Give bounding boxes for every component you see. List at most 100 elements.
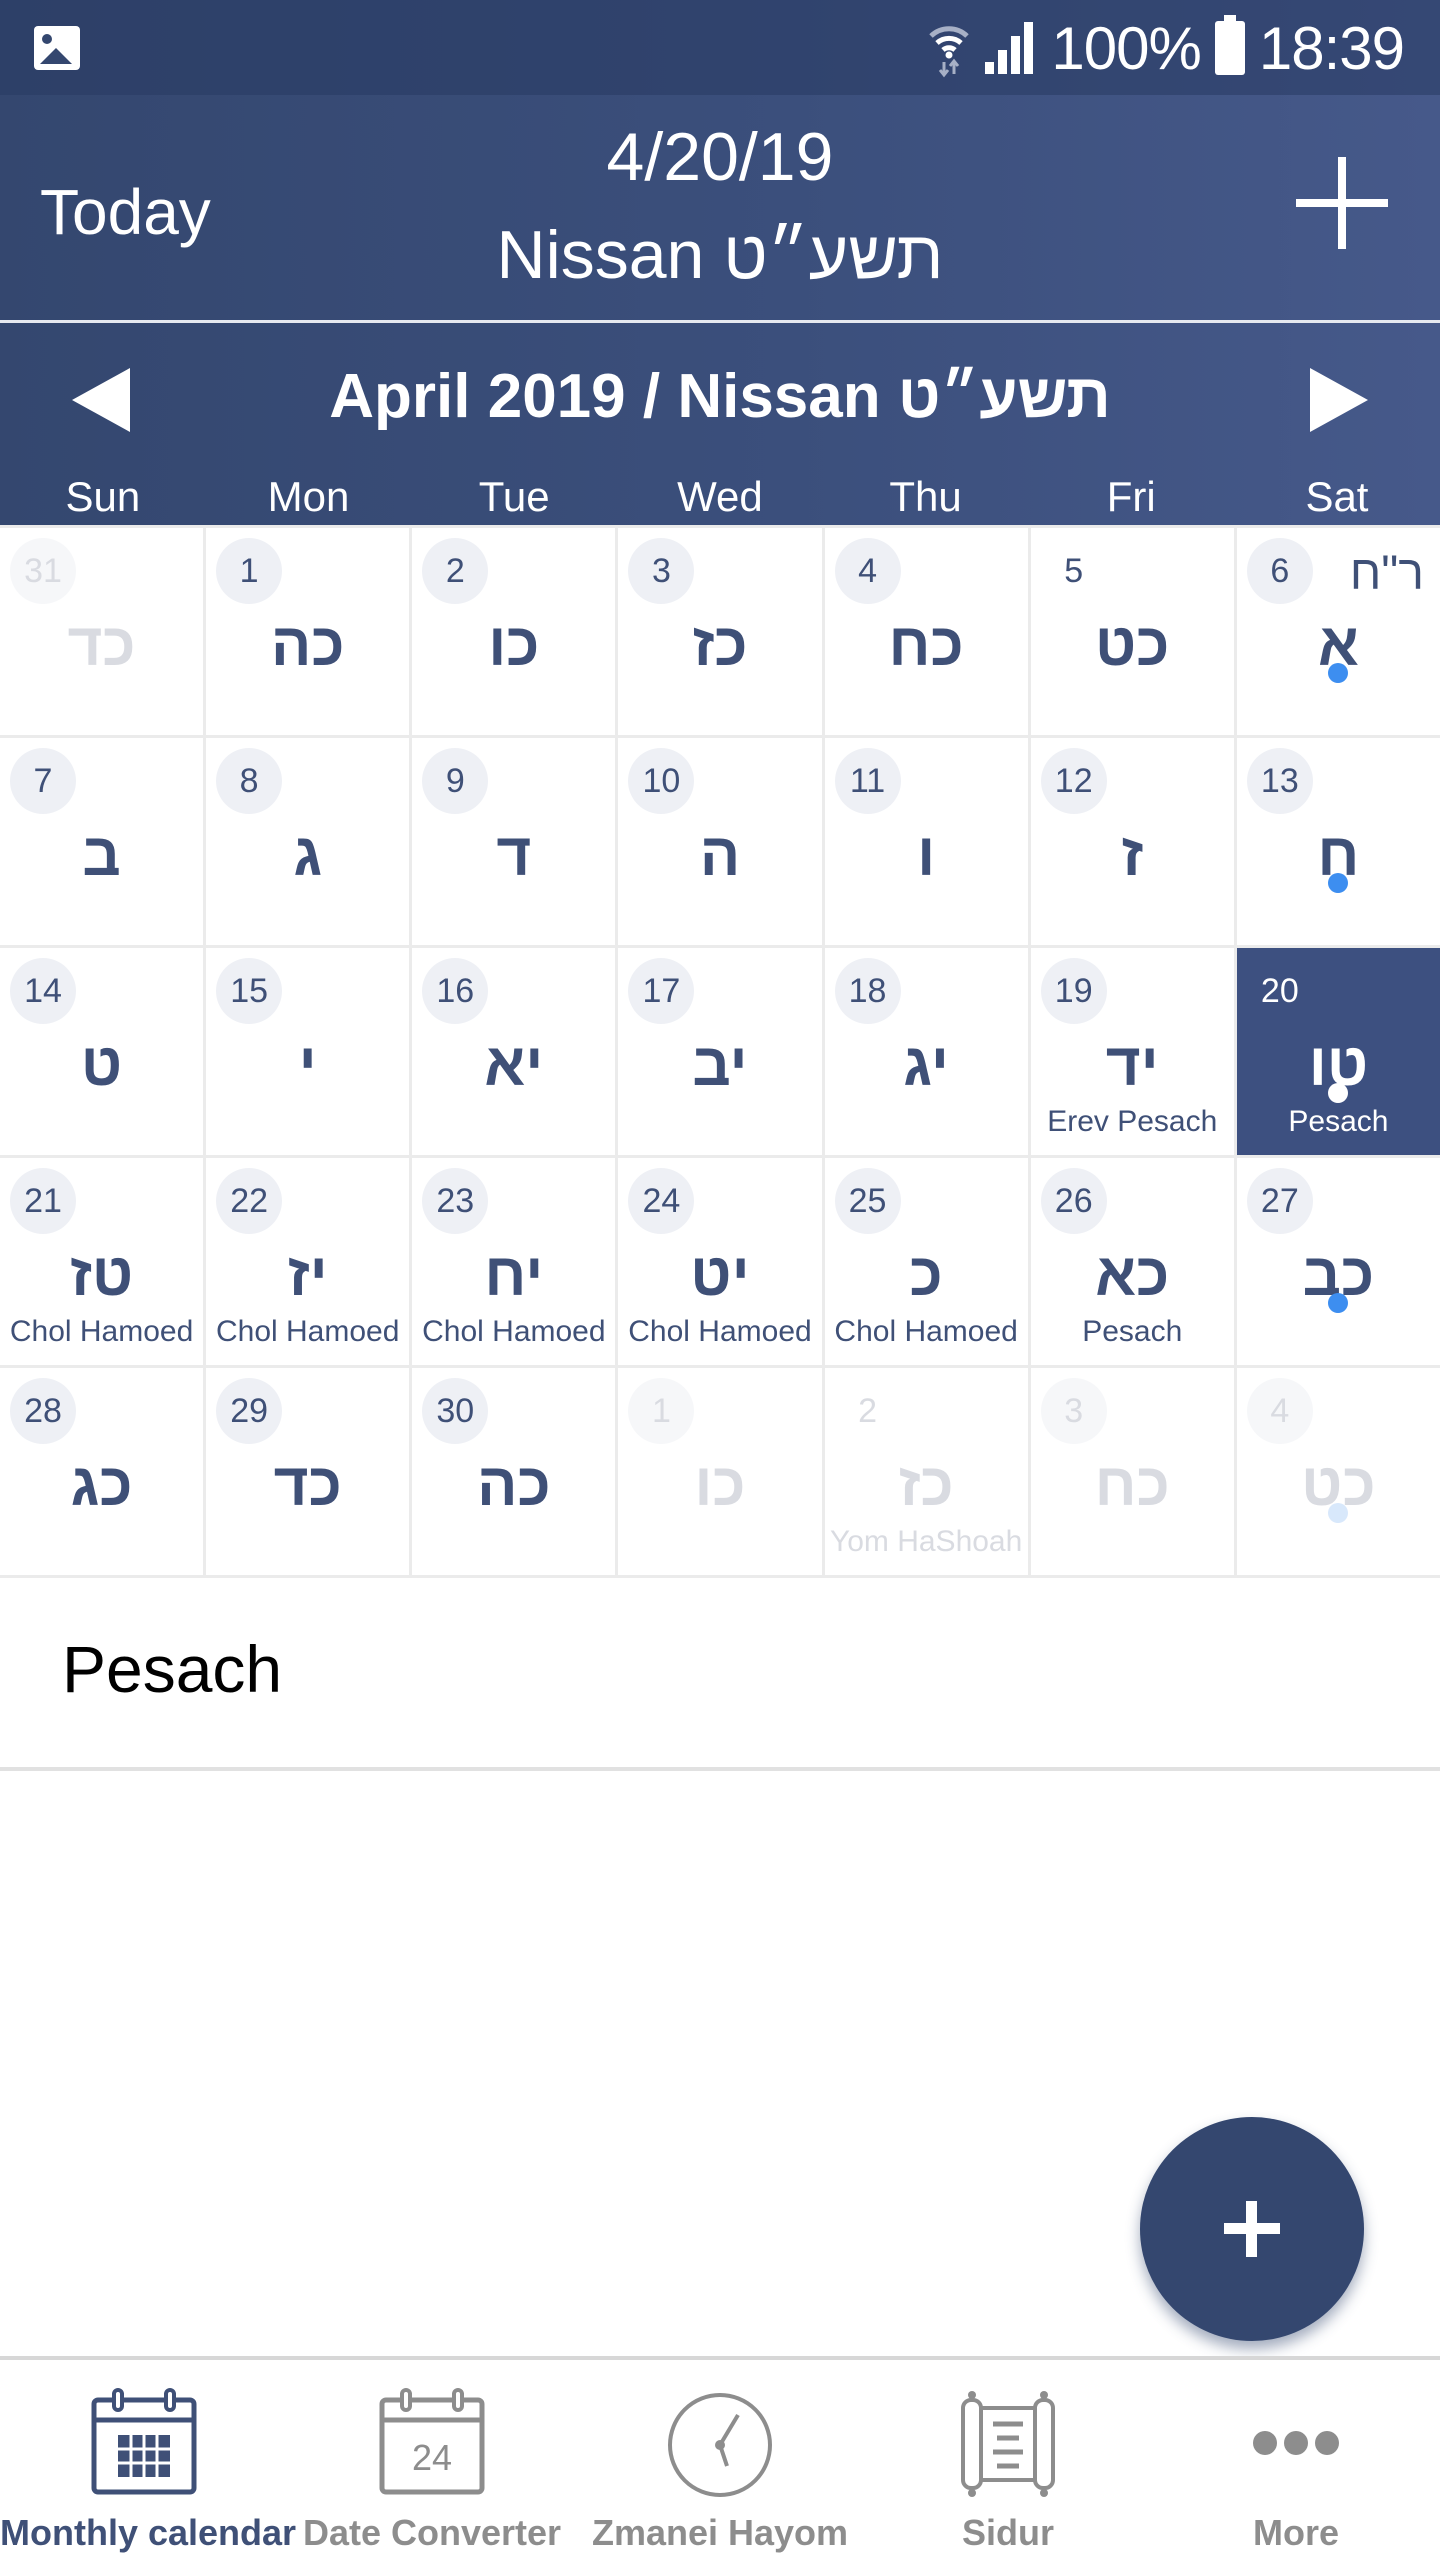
calendar-day-cell[interactable]: 15 י [206, 948, 410, 1155]
hebrew-day-number: טז [69, 1241, 134, 1308]
calendar-day-cell[interactable]: 13 ח [1236, 738, 1440, 945]
calendar-day-cell[interactable]: 17 יב [618, 948, 822, 1155]
calendar-day-cell[interactable]: 22 יז Chol Hamoed [206, 1158, 410, 1365]
tab-more[interactable]: More [1152, 2360, 1440, 2560]
holiday-label: Chol Hamoed [628, 1315, 812, 1348]
calendar-day-cell[interactable]: 2 כו [412, 528, 616, 735]
more-dots-icon [1253, 2431, 1339, 2455]
tab-monthly-calendar[interactable]: Monthly calendar [0, 2360, 296, 2560]
event-dot-icon [1328, 1083, 1349, 1103]
calendar-day-cell[interactable]: 18 יג [824, 948, 1028, 1155]
gregorian-day-number: 22 [216, 1168, 283, 1234]
calendar-day-cell[interactable]: 6 א ר"ח [1236, 528, 1440, 735]
calendar-day-cell[interactable]: 25 כ Chol Hamoed [824, 1158, 1028, 1365]
calendar-day-cell[interactable]: 14 ט [0, 948, 204, 1155]
holiday-label: Yom HaShoah [829, 1525, 1023, 1558]
hebrew-day-number: יד [1105, 1031, 1159, 1098]
gregorian-day-number: 23 [422, 1168, 489, 1234]
gregorian-day-number: 25 [834, 1168, 901, 1234]
event-dot-icon [1328, 663, 1349, 683]
calendar-day-cell[interactable]: 26 כא Pesach [1030, 1158, 1234, 1365]
holiday-label: Erev Pesach [1047, 1105, 1218, 1138]
tab-sidur[interactable]: Sidur [864, 2360, 1152, 2560]
calendar-day-cell[interactable]: 8ג [206, 738, 410, 945]
day-event-title[interactable]: Pesach [62, 1631, 282, 1707]
clock-icon [668, 2393, 772, 2497]
calendar-day-cell[interactable]: 9ד [412, 738, 616, 945]
status-icons: 100% 18:39 [927, 14, 1405, 82]
calendar-grid: 31 כד 1 כה 2 כו 3 כז 4 כח 5 כט 6 א ר"ח 7 ב 8 ג 9 ד 10 ה 11 ו 12 ז 1… [0, 525, 1440, 1578]
battery-icon [1214, 15, 1245, 75]
gregorian-day-number: 21 [10, 1168, 76, 1234]
weekday-label: Sat [1305, 473, 1369, 520]
hebrew-day-number: ד [496, 821, 532, 888]
holiday-label: Pesach [1288, 1105, 1389, 1138]
calendar-day-cell[interactable]: 3 כח [1030, 1368, 1234, 1575]
hebrew-day-number: כו [488, 611, 540, 678]
tab-label: Date Converter [302, 2512, 562, 2553]
calendar-day-cell[interactable]: 29 כד [206, 1368, 410, 1575]
month-title: April 2019 / Nissan תשע״ט [329, 362, 1111, 431]
calendar-day-cell[interactable]: 11 ו [824, 738, 1028, 945]
calendar-day-cell-selected[interactable]: 20 טו Pesach [1236, 948, 1440, 1155]
clock-time: 18:39 [1258, 14, 1405, 82]
gregorian-day-number: 19 [1040, 958, 1107, 1024]
gregorian-day-number: 4 [834, 538, 901, 604]
calendar-day-cell[interactable]: 3 כז [618, 528, 822, 735]
add-fab-button[interactable] [1140, 2117, 1364, 2341]
hebrew-day-number: כ [909, 1241, 943, 1308]
calendar-date-icon: 24 [379, 2388, 485, 2495]
calendar-day-cell[interactable]: 31 כד [0, 528, 204, 735]
hebrew-day-number: יז [287, 1241, 328, 1308]
calendar-day-cell[interactable]: 30 כה [412, 1368, 616, 1575]
calendar-day-cell[interactable]: 16 יא [412, 948, 616, 1155]
calendar-day-cell[interactable]: 21 טז Chol Hamoed [0, 1158, 204, 1365]
calendar-day-cell[interactable]: 28 כג [0, 1368, 204, 1575]
gregorian-day-number: 3 [1040, 1378, 1107, 1444]
add-event-button[interactable] [1296, 157, 1388, 249]
weekday-label: Wed [677, 473, 763, 520]
hebrew-day-number: ה [699, 821, 741, 888]
rosh-chodesh-label: ר"ח [1349, 547, 1424, 600]
holiday-label: Chol Hamoed [9, 1315, 194, 1348]
next-month-button[interactable] [1310, 368, 1368, 432]
hebrew-day-number: ו [917, 821, 936, 888]
holiday-label: Chol Hamoed [422, 1315, 606, 1348]
calendar-day-cell[interactable]: 12 ז [1030, 738, 1234, 945]
calendar-day-cell[interactable]: 23 יח Chol Hamoed [412, 1158, 616, 1365]
calendar-day-cell[interactable]: 19 יד Erev Pesach [1030, 948, 1234, 1155]
holiday-label: Pesach [1082, 1315, 1183, 1348]
hebrew-day-number: כד [67, 611, 136, 678]
gregorian-day-number: 30 [422, 1378, 489, 1444]
month-navigation: April 2019 / Nissan תשע״ט Sun Mon Tue We… [0, 323, 1440, 525]
calendar-day-cell[interactable]: 5 כט [1030, 528, 1234, 735]
gregorian-day-number: 13 [1246, 748, 1313, 814]
gregorian-day-number: 9 [422, 748, 489, 814]
gregorian-day-number: 20 [1260, 971, 1299, 1010]
wifi-icon [929, 26, 970, 78]
calendar-day-cell[interactable]: 7ב [0, 738, 204, 945]
hebrew-day-number: יב [692, 1031, 748, 1098]
gregorian-day-number: 12 [1040, 748, 1107, 814]
calendar-day-cell[interactable]: 24 יט Chol Hamoed [618, 1158, 822, 1365]
hebrew-day-number: יא [484, 1031, 544, 1098]
scroll-icon [961, 2391, 1055, 2497]
calendar-day-cell[interactable]: 27 כב [1236, 1158, 1440, 1365]
hebrew-day-number: כו [694, 1451, 746, 1518]
calendar-day-cell[interactable]: 4 כט [1236, 1368, 1440, 1575]
calendar-day-cell[interactable]: 2 כז Yom HaShoah [824, 1368, 1028, 1575]
tab-date-converter[interactable]: 24 Date Converter [288, 2360, 576, 2560]
hebrew-day-number: ב [82, 821, 121, 888]
gregorian-day-number: 3 [628, 538, 695, 604]
calendar-day-cell[interactable]: 1 כו [618, 1368, 822, 1575]
gregorian-day-number: 29 [216, 1378, 283, 1444]
calendar-day-cell[interactable]: 10 ה [618, 738, 822, 945]
battery-percent: 100% [1051, 14, 1201, 82]
calendar-day-cell[interactable]: 4 כח [824, 528, 1028, 735]
calendar-day-cell[interactable]: 1 כה [206, 528, 410, 735]
tab-zmanei-hayom[interactable]: Zmanei Hayom [576, 2360, 864, 2560]
event-dot-icon [1328, 1293, 1349, 1313]
hebrew-day-number: כט [1095, 611, 1170, 678]
weekday-label: Sun [65, 473, 141, 520]
bottom-navigation: Monthly calendar 24 Date Converter Zmane… [0, 2356, 1440, 2560]
